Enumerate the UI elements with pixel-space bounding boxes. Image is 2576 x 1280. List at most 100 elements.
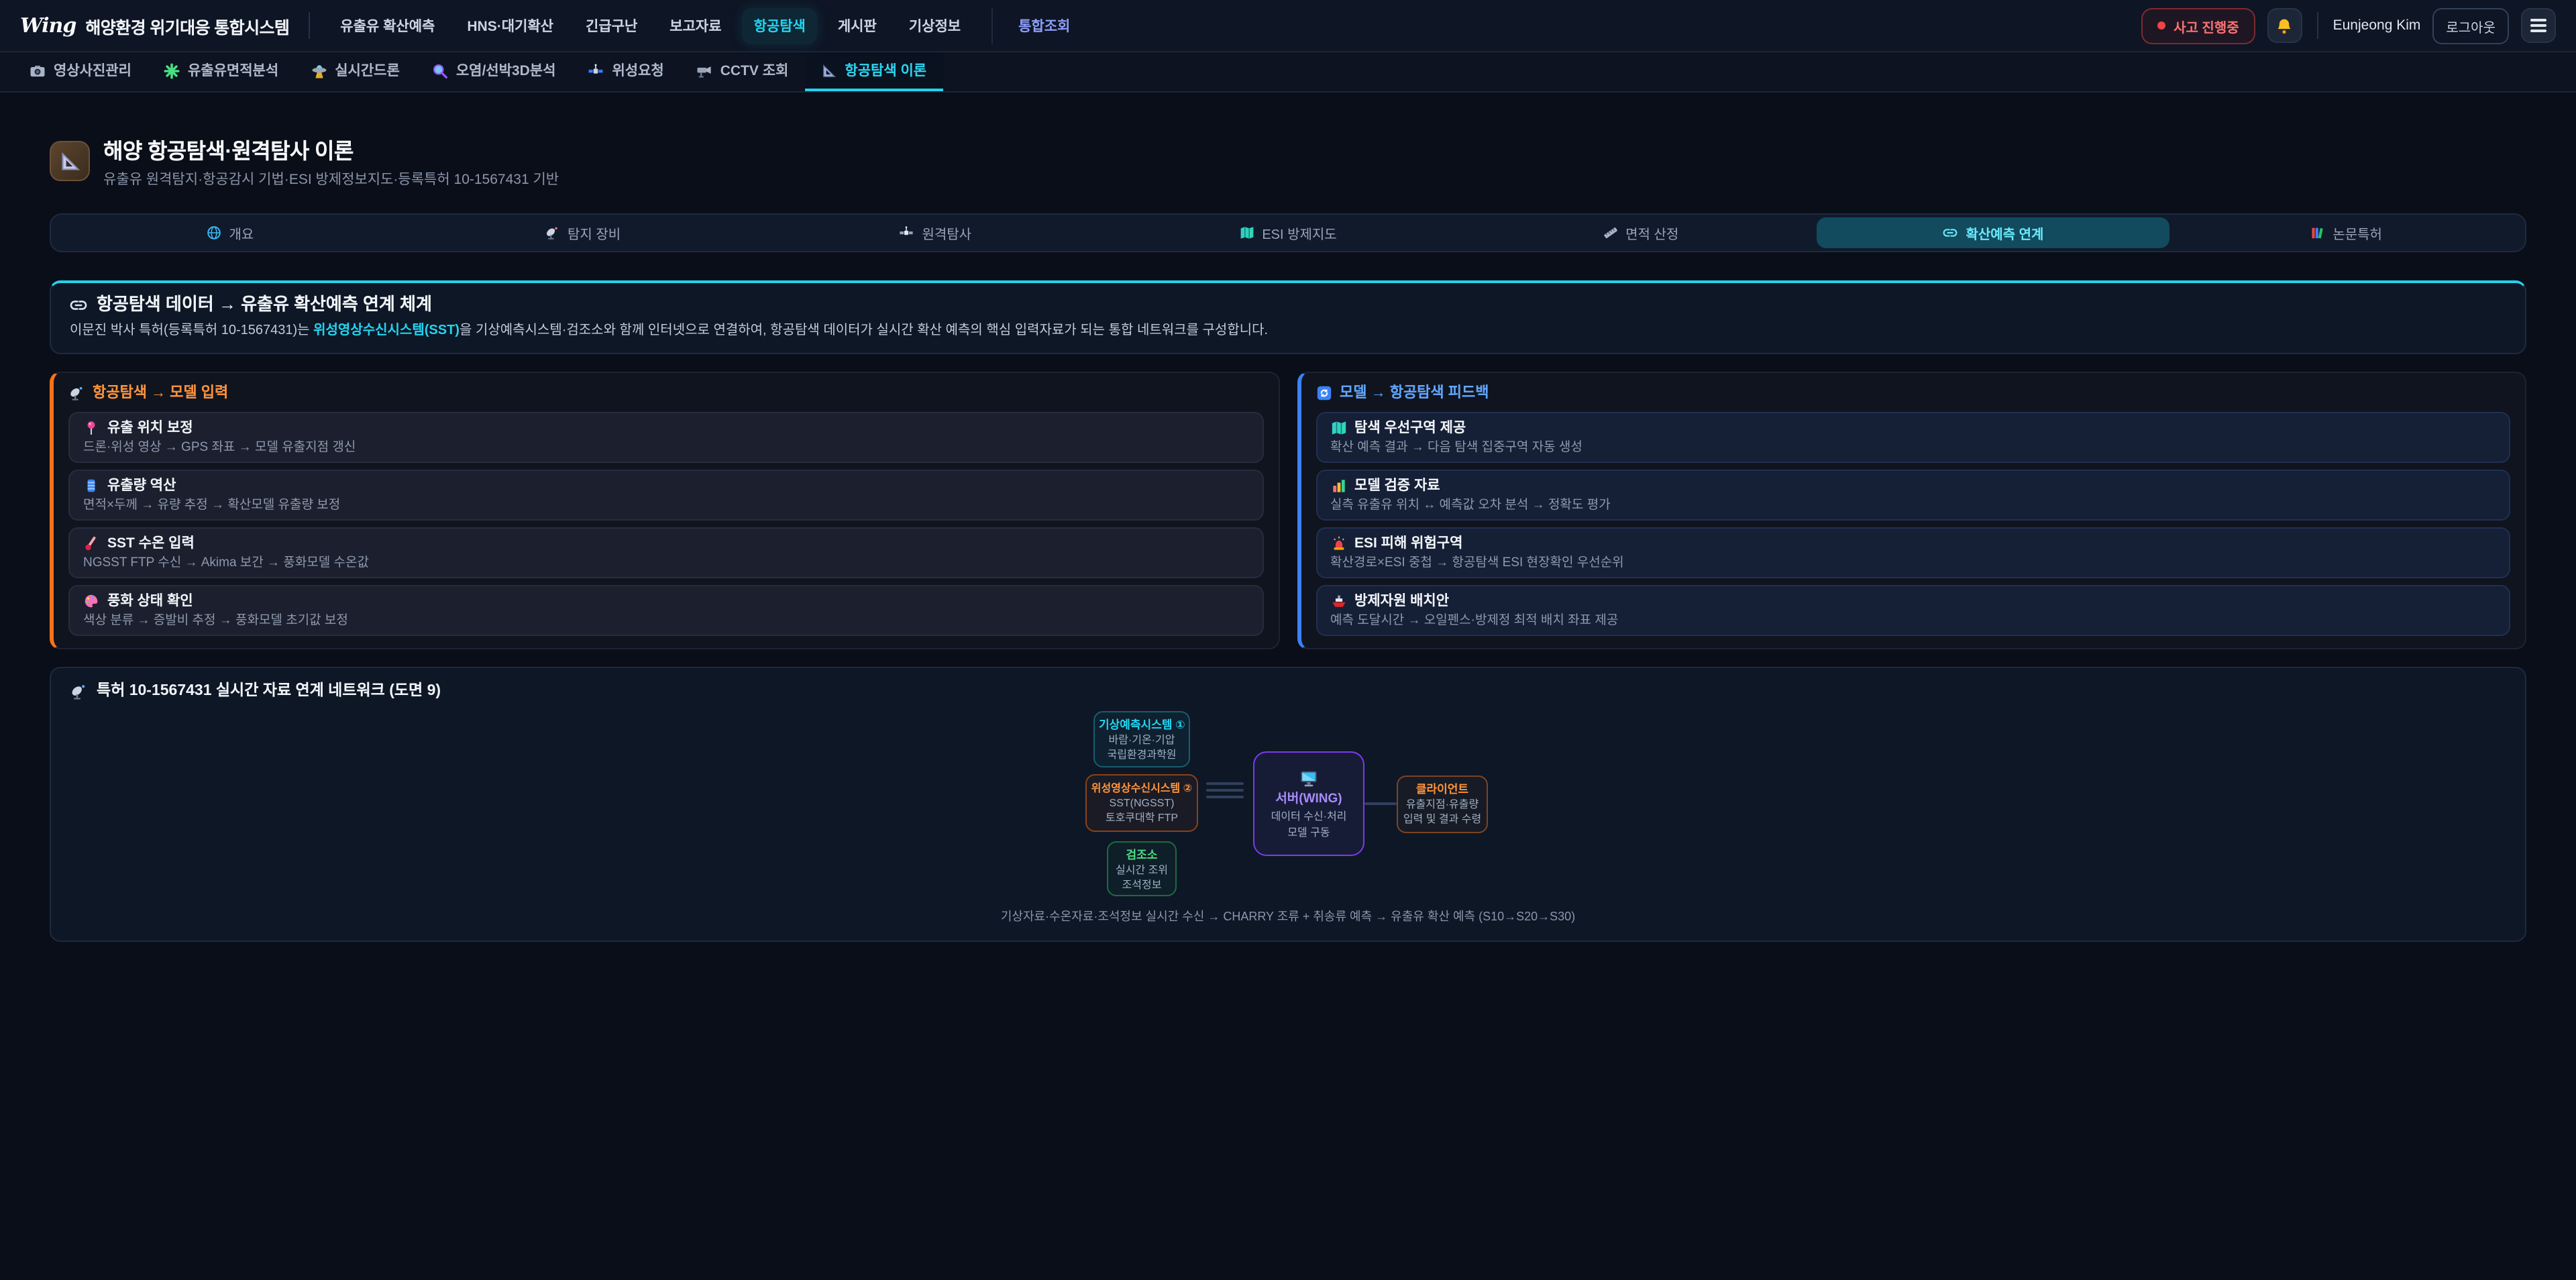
tab-area-calculation[interactable]: 면적 산정 xyxy=(1464,217,1817,248)
node-client: 클라이언트 유출지점·유출량 입력 및 결과 수령 xyxy=(1397,776,1488,833)
dish-icon xyxy=(68,385,85,401)
item-title: SST 수온 입력 xyxy=(107,534,195,553)
connector-line xyxy=(1206,796,1244,798)
node-title: 위성영상수신시스템 ② xyxy=(1091,781,1193,796)
item-desc: NGSST FTP 수신 → Akima 보간 → 풍화모델 수온값 xyxy=(83,555,1248,570)
linkage-panel-title: 항공탐색 데이터 → 유출유 확산예측 연계 체계 xyxy=(97,294,432,315)
item-title-row: 방제자원 배치안 xyxy=(1330,592,2496,610)
brand: Wing 해양환경 위기대응 통합시스템 xyxy=(20,13,289,38)
nav-item-emergency-rescue[interactable]: 긴급구난 xyxy=(574,7,649,44)
item-title-row: 유출량 역산 xyxy=(83,476,1248,495)
map-icon xyxy=(1330,420,1346,436)
node-line: 데이터 수신·처리 xyxy=(1271,808,1347,823)
globe-icon xyxy=(206,225,221,240)
item-title-row: SST 수온 입력 xyxy=(83,534,1248,553)
tab-remote-sensing[interactable]: 원격탐사 xyxy=(759,217,1112,248)
tab-label: 원격탐사 xyxy=(922,223,971,243)
tab-label: 면적 산정 xyxy=(1625,223,1678,243)
magnifier-icon xyxy=(432,62,448,78)
linkage-panel-description: 이문진 박사 특허(등록특허 10-1567431)는 위성영상수신시스템(SS… xyxy=(70,323,2506,339)
item-title-row: ESI 피해 위험구역 xyxy=(1330,534,2496,553)
subtab-satellite-request[interactable]: 위성요청 xyxy=(572,52,680,91)
nav-item-integrated-search[interactable]: 통합조회 xyxy=(1006,7,1082,44)
main-content: 해양 항공탐색·원격탐사 이론 유출유 원격탐지·항공감시 기법·ESI 방제정… xyxy=(0,93,2576,942)
nav-item-board[interactable]: 게시판 xyxy=(826,7,889,44)
node-title: 검조소 xyxy=(1112,848,1171,863)
subtab-cctv-view[interactable]: CCTV 조회 xyxy=(680,52,805,91)
connector-line xyxy=(1206,782,1244,785)
page-icon-tile xyxy=(50,141,90,181)
refresh-icon xyxy=(1316,385,1332,401)
list-item: ESI 피해 위험구역 확산경로×ESI 중첩 → 항공탐색 ESI 현장확인 … xyxy=(1316,527,2510,578)
menu-button[interactable] xyxy=(2521,8,2556,43)
pin-icon xyxy=(83,420,99,436)
node-line: 바람·기온·기압 xyxy=(1099,733,1185,747)
subtab-oil-area-analysis[interactable]: 유출유면적분석 xyxy=(148,52,294,91)
nav-item-oil-spill-forecast[interactable]: 유출유 확산예측 xyxy=(328,7,447,44)
app-root: Wing 해양환경 위기대응 통합시스템 유출유 확산예측 HNS·대기확산 긴… xyxy=(0,0,2576,1280)
subtab-label: 유출유면적분석 xyxy=(188,60,278,81)
ship-icon xyxy=(1330,593,1346,609)
subtab-label: 실시간드론 xyxy=(335,60,400,81)
desc-after: 을 기상예측시스템·검조소와 함께 인터넷으로 연결하여, 항공탐색 데이터가 … xyxy=(460,323,1268,338)
subtab-realtime-drone[interactable]: 실시간드론 xyxy=(294,52,416,91)
nav-item-reports[interactable]: 보고자료 xyxy=(657,7,733,44)
bell-icon xyxy=(2276,17,2294,34)
link-icon xyxy=(1943,225,1957,240)
incident-status-badge[interactable]: 사고 진행중 xyxy=(2141,7,2255,44)
satellite-icon xyxy=(899,225,914,240)
oil-drum-icon xyxy=(83,478,99,494)
node-satellite-receiving-system: 위성영상수신시스템 ② SST(NGSST) 토호쿠대학 FTP xyxy=(1085,774,1198,832)
incident-badge-label: 사고 진행중 xyxy=(2174,15,2239,36)
item-desc: 실측 유출유 위치 ↔ 예측값 오차 분석 → 정확도 평가 xyxy=(1330,498,2496,513)
node-title: 기상예측시스템 ① xyxy=(1099,718,1185,733)
topbar: Wing 해양환경 위기대응 통합시스템 유출유 확산예측 HNS·대기확산 긴… xyxy=(0,0,2576,52)
link-icon xyxy=(70,296,87,313)
card-model-to-search: 모델 → 항공탐색 피드백 탐색 우선구역 제공 확산 예측 결과 → 다음 탐… xyxy=(1297,372,2526,649)
nav-item-weather-info[interactable]: 기상정보 xyxy=(897,7,973,44)
nav-item-aerial-search[interactable]: 항공탐색 xyxy=(742,7,818,44)
tab-detection-equipment[interactable]: 탐지 장비 xyxy=(407,217,759,248)
map-icon xyxy=(1239,225,1254,240)
network-diagram: 기상예측시스템 ① 바람·기온·기압 국립환경과학원 위성영상수신시스템 ② S… xyxy=(1085,711,1491,896)
tab-papers-patents[interactable]: 논문특허 xyxy=(2169,217,2522,248)
card-title: 모델 → 항공탐색 피드백 xyxy=(1340,384,1489,403)
logout-button[interactable]: 로그아웃 xyxy=(2432,7,2509,44)
satellite-icon xyxy=(588,62,604,78)
subtab-aerial-search-theory[interactable]: 항공탐색 이론 xyxy=(804,52,943,91)
node-title: 서버(WING) xyxy=(1275,790,1342,807)
page-subtitle: 유출유 원격탐지·항공감시 기법·ESI 방제정보지도·등록특허 10-1567… xyxy=(103,169,559,189)
tab-forecast-link[interactable]: 확산예측 연계 xyxy=(1817,217,2170,248)
node-server-wing: 서버(WING) 데이터 수신·처리 모델 구동 xyxy=(1253,751,1364,856)
linkage-panel-title-row: 항공탐색 데이터 → 유출유 확산예측 연계 체계 xyxy=(70,294,2506,315)
subtab-pollution-ship-3d[interactable]: 오염/선박3D분석 xyxy=(416,52,572,91)
cards-row: 항공탐색 → 모델 입력 유출 위치 보정 드론·위성 영상 → GPS 좌표 … xyxy=(50,372,2526,649)
nav-item-hns-diffusion[interactable]: HNS·대기확산 xyxy=(455,7,566,44)
item-title: 풍화 상태 확인 xyxy=(107,592,193,610)
item-desc: 예측 도달시간 → 오일펜스·방제정 최적 배치 좌표 제공 xyxy=(1330,613,2496,628)
dish-icon xyxy=(545,225,559,240)
network-caption: 기상자료·수온자료·조석정보 실시간 수신 → CHARRY 조류 + 취송류 … xyxy=(70,910,2506,924)
list-item: 유출량 역산 면적×두께 → 유량 추정 → 확산모델 유출량 보정 xyxy=(68,470,1263,521)
user-name: Eunjeong Kim xyxy=(2333,17,2421,34)
item-desc: 면적×두께 → 유량 추정 → 확산모델 유출량 보정 xyxy=(83,498,1248,513)
item-title: 모델 검증 자료 xyxy=(1354,476,1440,495)
node-line: 실시간 조위 xyxy=(1112,863,1171,877)
item-desc: 확산 예측 결과 → 다음 탐색 집중구역 자동 생성 xyxy=(1330,440,2496,455)
triangle-ruler-icon xyxy=(820,62,837,78)
books-icon xyxy=(2310,225,2324,240)
subtab-image-photo-management[interactable]: 영상사진관리 xyxy=(13,52,148,91)
node-weather-forecast-system: 기상예측시스템 ① 바람·기온·기압 국립환경과학원 xyxy=(1093,711,1190,767)
notification-button[interactable] xyxy=(2267,8,2302,43)
desc-highlight: 위성영상수신시스템(SST) xyxy=(313,323,460,338)
tab-esi-map[interactable]: ESI 방제지도 xyxy=(1112,217,1464,248)
item-desc: 색상 분류 → 증발비 추정 → 풍화모델 초기값 보정 xyxy=(83,613,1248,628)
node-line: 조석정보 xyxy=(1112,877,1171,892)
dish-icon xyxy=(70,682,87,700)
network-panel: 특허 10-1567431 실시간 자료 연계 네트워크 (도면 9) 기상예측… xyxy=(50,667,2526,942)
subtab-label: CCTV 조회 xyxy=(720,60,789,81)
node-line: SST(NGSST) xyxy=(1091,796,1193,810)
desc-before: 이문진 박사 특허(등록특허 10-1567431)는 xyxy=(70,323,313,338)
tab-overview[interactable]: 개요 xyxy=(54,217,407,248)
ruler-icon xyxy=(1603,225,1617,240)
